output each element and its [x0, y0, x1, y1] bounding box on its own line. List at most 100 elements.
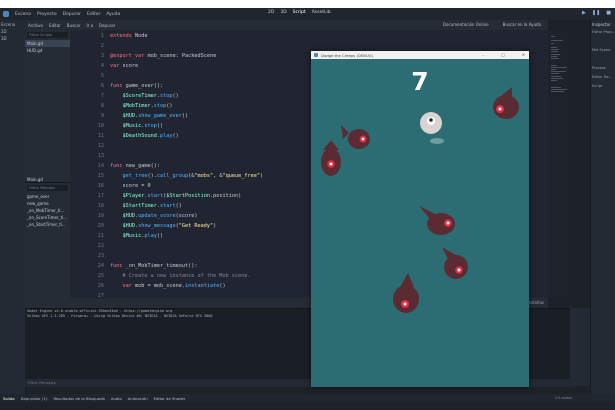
bottom-panel-tabs: Salida Depurador (1) Resultados de la Bú… — [0, 394, 615, 402]
mode-script-button[interactable]: Script — [293, 10, 306, 15]
line-number: 16 — [97, 183, 104, 189]
minimap-line — [551, 55, 557, 57]
menu-edit[interactable]: Editar — [46, 23, 64, 28]
code-line[interactable]: 1 extends Node — [70, 31, 548, 41]
code-text: extends Node — [110, 33, 148, 39]
code-text: $StartTimer.start() — [122, 203, 182, 209]
main-screen-tabs: 2D 3D Script AssetLib — [268, 10, 331, 15]
scene-dock: Escena 2D 3D — [0, 20, 26, 402]
tab-output[interactable]: Salida — [0, 396, 18, 401]
line-number: 11 — [97, 133, 104, 139]
menu-goto[interactable]: Ir a — [83, 23, 96, 28]
menu-help[interactable]: Ayuda — [103, 12, 123, 17]
script-list-panel: Filtrar Scripts Main.gd HUD.gd Main.gd F… — [25, 30, 71, 308]
play-icon[interactable]: ▶ — [582, 10, 586, 16]
inspector-row[interactable]: Process — [591, 65, 615, 74]
scene-tree-item[interactable]: 3D — [0, 36, 25, 43]
code-text: $Music.stop() — [122, 123, 164, 129]
method-item[interactable]: game_over — [25, 193, 70, 200]
menu-debug[interactable]: Depurar — [60, 12, 84, 17]
menu-scene[interactable]: Escena — [12, 12, 34, 17]
line-number: 3 — [100, 53, 104, 59]
inspector-row[interactable]: Editor De... — [591, 74, 615, 83]
inspector-row[interactable]: Filtrar Prop... — [591, 29, 615, 38]
code-text: $Player.start($StartPosition.position) — [122, 193, 242, 199]
tab-debugger[interactable]: Depurador (1) — [18, 396, 51, 401]
method-item[interactable]: _on_MobTimer_ti... — [25, 207, 70, 214]
minimap-line — [551, 40, 563, 42]
menu-debug-script[interactable]: Depurar — [96, 23, 118, 28]
methods-filter-input[interactable]: Filtrar Métodos — [27, 185, 68, 191]
script-editor-toolbar: Archivo Editar Buscar Ir a Depurar Docum… — [25, 20, 548, 30]
menu-file[interactable]: Archivo — [25, 23, 46, 28]
player-sprite — [420, 112, 444, 144]
tab-animation[interactable]: Animación — [125, 396, 151, 401]
minimap-line — [551, 86, 561, 88]
minimap-line — [551, 53, 560, 55]
minimize-icon[interactable]: – — [472, 52, 484, 57]
method-item[interactable]: _on_ScoreTimer_ti... — [25, 214, 70, 221]
line-number: 6 — [100, 83, 104, 89]
mode-2d-button[interactable]: 2D — [268, 10, 274, 15]
game-window-title: Dodge the Creeps (DEBUG) — [321, 52, 374, 58]
tab-search-results[interactable]: Resultados de la Búsqueda — [50, 396, 107, 401]
code-text: var score — [110, 63, 139, 69]
menu-editor[interactable]: Editor — [84, 12, 103, 17]
mob-enemy — [442, 247, 468, 279]
mob-enemy — [419, 206, 455, 235]
code-text: $HUD.update_score(score) — [122, 213, 198, 219]
minimap-line — [551, 91, 564, 92]
methods-title: Main.gd — [27, 177, 43, 182]
inspector-tab[interactable]: Inspector — [591, 20, 615, 29]
scene-tree-item[interactable]: 2D — [0, 29, 25, 36]
pause-icon[interactable]: ❚❚ — [592, 10, 600, 16]
tab-shader-editor[interactable]: Editor de Shader — [151, 396, 189, 401]
code-text: $DeathSound.play() — [122, 133, 179, 139]
minimap-line — [551, 77, 563, 79]
line-number: 5 — [100, 73, 104, 79]
inspector-row[interactable]: Script — [591, 83, 615, 92]
line-number: 13 — [97, 153, 104, 159]
method-item[interactable]: _on_StartTimer_ti... — [25, 221, 70, 228]
search-help-link[interactable]: Buscar en la Ayuda — [500, 22, 544, 27]
minimap-line — [551, 69, 556, 70]
code-text: func _on_MobTimer_timeout(): — [110, 263, 198, 269]
line-number: 4 — [100, 63, 104, 69]
minimap-line — [551, 47, 557, 48]
minimap-line — [551, 49, 559, 51]
line-number: 1 — [100, 33, 104, 39]
line-number: 24 — [97, 263, 104, 269]
maximize-icon[interactable]: □ — [491, 52, 505, 57]
line-number: 14 — [97, 163, 104, 169]
stop-icon[interactable]: ■ — [606, 10, 611, 16]
menu-search[interactable]: Buscar — [64, 23, 84, 28]
online-docs-link[interactable]: Documentación Online — [440, 22, 492, 27]
script-file-item[interactable]: HUD.gd — [25, 47, 70, 54]
inspector-dock: Inspector Filtrar Prop... Mid Scene Proc… — [590, 20, 615, 394]
line-number: 26 — [97, 283, 104, 289]
tab-audio[interactable]: Audio — [108, 396, 125, 401]
mob-enemy — [321, 140, 341, 176]
line-number: 19 — [97, 213, 104, 219]
line-number: 22 — [97, 243, 104, 249]
mode-assetlib-button[interactable]: AssetLib — [312, 10, 331, 15]
game-window-titlebar[interactable]: Dodge the Creeps (DEBUG) – □ ✕ — [311, 51, 529, 59]
menu-project[interactable]: Proyecto — [34, 12, 60, 17]
mode-3d-button[interactable]: 3D — [280, 10, 286, 15]
minimap-line — [551, 80, 557, 81]
line-number: 18 — [97, 203, 104, 209]
inspector-row — [591, 56, 615, 65]
code-text: $Music.play() — [122, 233, 164, 239]
script-filter-input[interactable]: Filtrar Scripts — [27, 32, 68, 38]
minimap-line — [551, 66, 567, 68]
script-file-item[interactable]: Main.gd — [25, 40, 70, 47]
output-toolbar — [570, 308, 590, 386]
method-item[interactable]: new_game — [25, 200, 70, 207]
close-icon[interactable]: ✕ — [512, 52, 525, 57]
inspector-row — [591, 38, 615, 47]
game-window[interactable]: Dodge the Creeps (DEBUG) – □ ✕ 7 — [311, 51, 529, 387]
code-minimap[interactable] — [548, 30, 570, 298]
line-number: 7 — [100, 93, 104, 99]
code-line[interactable]: 2 — [70, 41, 548, 51]
line-number: 2 — [100, 43, 104, 49]
